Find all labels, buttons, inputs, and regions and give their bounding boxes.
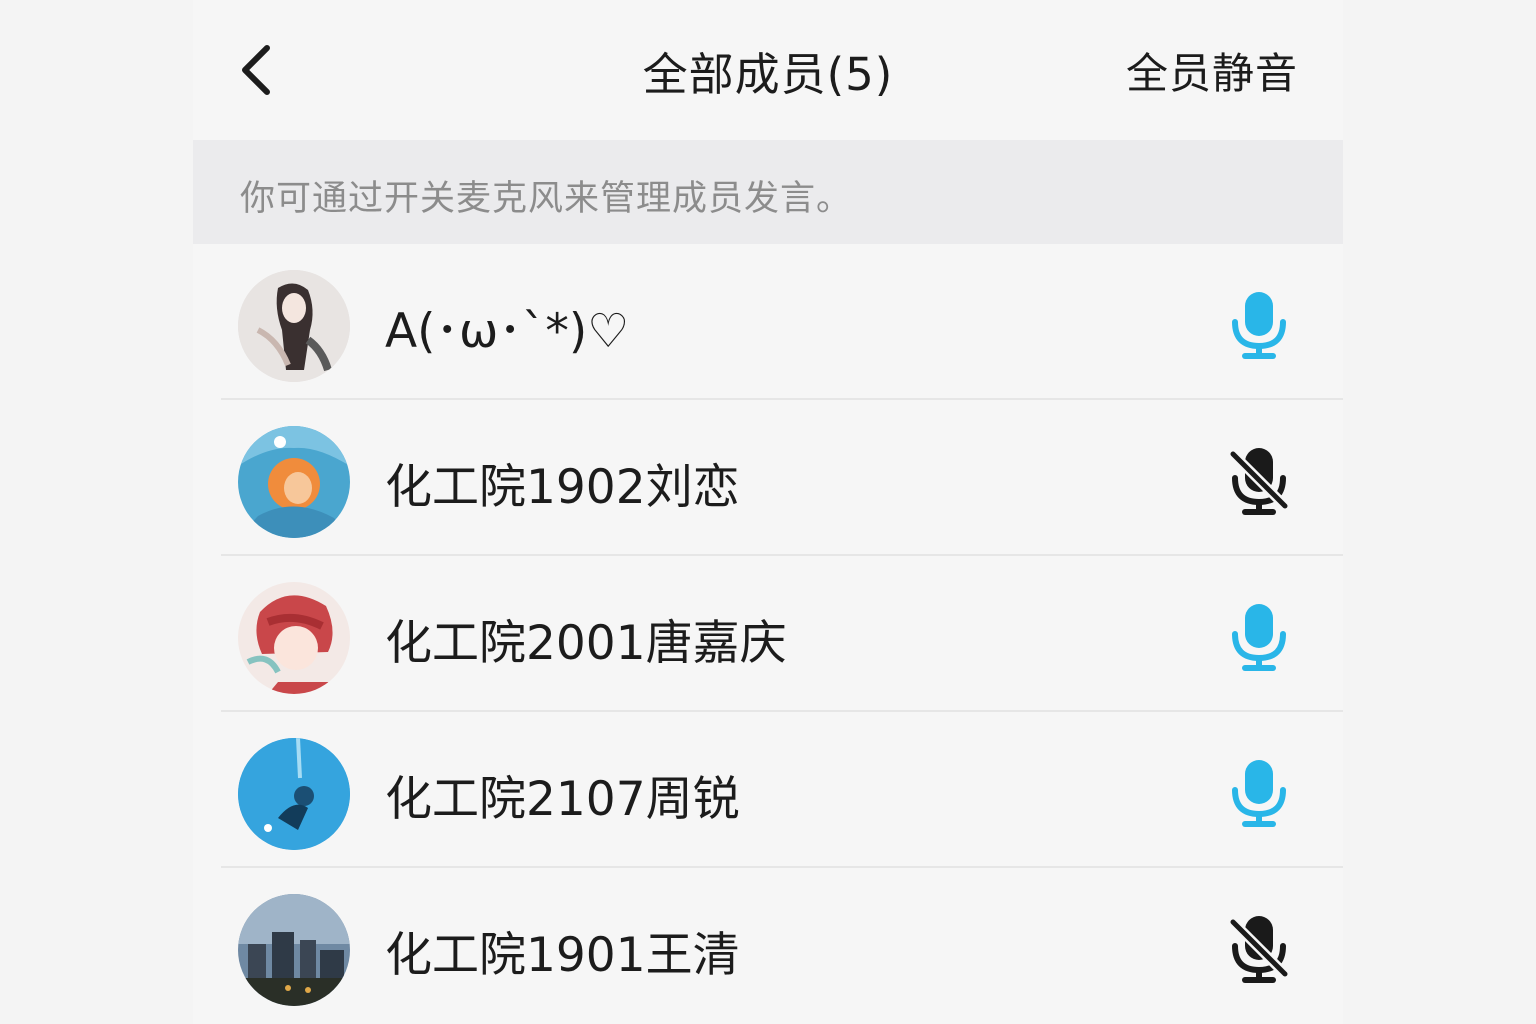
avatar <box>238 270 350 382</box>
list-item[interactable]: 化工院2107周锐 <box>193 712 1343 868</box>
microphone-icon <box>1232 292 1286 359</box>
mic-toggle-button[interactable] <box>1223 290 1295 362</box>
member-name: A(･ω･`*)♡ <box>385 304 630 359</box>
hint-text: 你可通过开关麦克风来管理成员发言。 <box>240 179 853 219</box>
avatar <box>238 582 350 694</box>
header-bar: 全部成员(5) 全员静音 <box>193 0 1343 138</box>
list-item[interactable]: 化工院1902刘恋 <box>193 400 1343 556</box>
member-name: 化工院2107周锐 <box>385 772 740 827</box>
microphone-muted-icon <box>1228 448 1290 515</box>
mic-toggle-button[interactable] <box>1223 602 1295 674</box>
microphone-icon <box>1232 604 1286 671</box>
members-screen: 全部成员(5) 全员静音 你可通过开关麦克风来管理成员发言。 A(･ω･`*)♡ <box>193 0 1343 1024</box>
mic-toggle-button[interactable] <box>1223 446 1295 518</box>
hint-banner: 你可通过开关麦克风来管理成员发言。 <box>193 140 1343 244</box>
member-list: A(･ω･`*)♡ 化工院1902刘恋 化工院2001唐嘉庆 化工院2107周锐… <box>193 244 1343 1024</box>
list-item[interactable]: A(･ω･`*)♡ <box>193 244 1343 400</box>
avatar <box>238 894 350 1006</box>
microphone-muted-icon <box>1228 916 1290 983</box>
microphone-icon <box>1232 760 1286 827</box>
list-item[interactable]: 化工院1901王清 <box>193 868 1343 1024</box>
mute-all-button[interactable]: 全员静音 <box>1126 40 1298 101</box>
mic-toggle-button[interactable] <box>1223 758 1295 830</box>
list-item[interactable]: 化工院2001唐嘉庆 <box>193 556 1343 712</box>
member-name: 化工院2001唐嘉庆 <box>385 616 787 671</box>
member-name: 化工院1901王清 <box>385 928 740 983</box>
avatar <box>238 426 350 538</box>
member-name: 化工院1902刘恋 <box>385 460 740 515</box>
mic-toggle-button[interactable] <box>1223 914 1295 986</box>
avatar <box>238 738 350 850</box>
